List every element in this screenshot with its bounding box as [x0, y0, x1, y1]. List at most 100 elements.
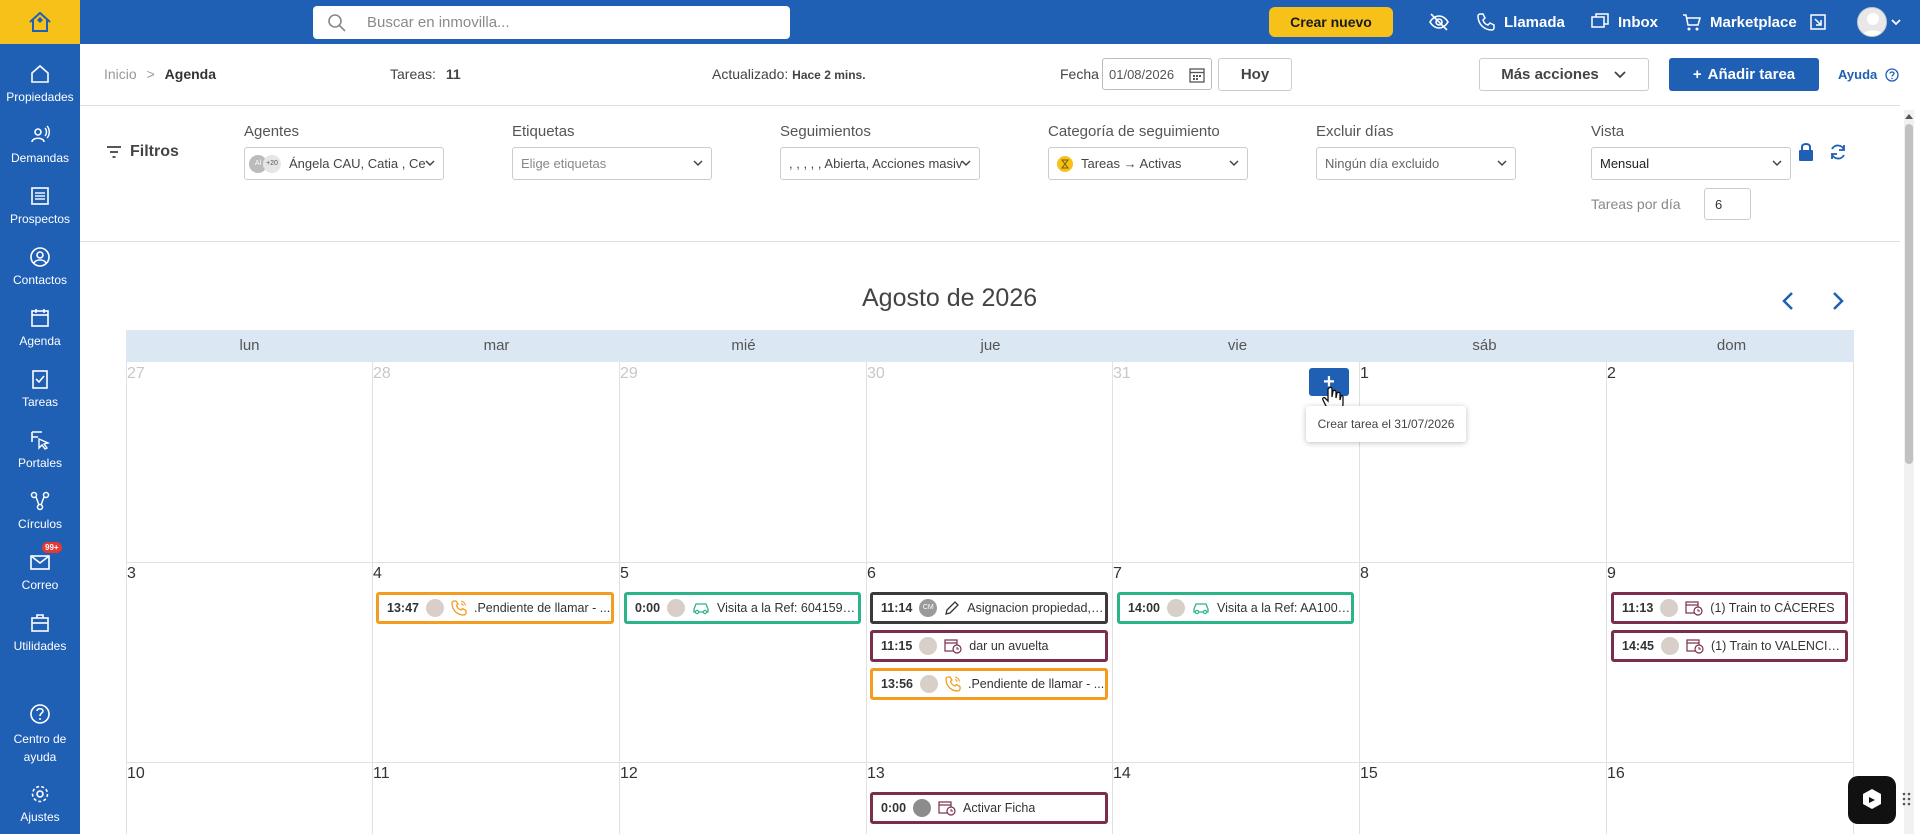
sidebar-item-portales[interactable]: Portales [0, 428, 80, 470]
task-item[interactable]: 11:15 dar un avuelta [870, 630, 1108, 662]
day-cell-number[interactable]: 12 [620, 765, 638, 783]
lock-icon[interactable] [1798, 142, 1814, 162]
chat-bubble-icon [1863, 789, 1881, 809]
agent-avatar [425, 599, 444, 617]
day-name-header: vie [1227, 337, 1248, 354]
task-time: 0:00 [881, 801, 907, 815]
chevron-down-icon [961, 160, 971, 167]
drag-handle-icon[interactable] [1902, 792, 1912, 806]
network-icon [28, 489, 52, 513]
followups-select[interactable]: , , , , , Abierta, Acciones masiv [780, 147, 980, 180]
mail-count-badge: 99+ [42, 542, 62, 553]
filters-title[interactable]: Filtros [106, 143, 179, 161]
sidebar-item-correo[interactable]: 99+ Correo [0, 542, 80, 592]
scroll-up-arrow-icon[interactable] [1904, 112, 1914, 120]
cart-icon [1683, 14, 1701, 31]
task-item[interactable]: 11:14 CM Asignacion propiedad, l... [870, 592, 1108, 624]
task-item[interactable]: 13:56 .Pendiente de llamar - ... [870, 668, 1108, 700]
task-count: Tareas: 11 [390, 66, 461, 82]
sidebar-item-circulos[interactable]: Círculos [0, 489, 80, 531]
sidebar-item-centro-de-ayuda[interactable]: Centro de ayuda [0, 702, 80, 766]
date-field[interactable]: 01/08/2026 [1102, 58, 1212, 90]
breadcrumb-home[interactable]: Inicio [104, 66, 137, 82]
next-month-arrow-icon[interactable] [1831, 290, 1845, 312]
task-item[interactable]: 0:00 Activar Ficha [870, 792, 1108, 824]
add-task-button[interactable]: + Añadir tarea [1669, 58, 1819, 91]
search-input[interactable] [367, 14, 767, 31]
task-item[interactable]: 14:45 (1) Train to VALENCIA ... [1611, 630, 1848, 662]
task-title: Asignacion propiedad, l... [967, 601, 1105, 615]
day-cell-number[interactable]: 27 [127, 365, 145, 383]
call-menu[interactable]: Llamada [1476, 0, 1565, 44]
agents-select[interactable]: Al +20 Ángela CAU, Catia , Ce [244, 147, 444, 180]
chat-widget-button[interactable] [1848, 776, 1896, 824]
create-new-button[interactable]: Crear nuevo [1269, 7, 1393, 37]
day-cell-number[interactable]: 15 [1360, 765, 1378, 783]
calendar-picker-icon[interactable] [1189, 67, 1205, 83]
list-document-icon [28, 184, 52, 208]
sidebar-item-contactos[interactable]: Contactos [0, 245, 80, 287]
day-cell-number[interactable]: 29 [620, 365, 638, 383]
marketplace-menu[interactable]: Marketplace [1682, 0, 1797, 44]
home-icon [28, 62, 52, 86]
task-item[interactable]: 0:00 Visita a la Ref: 6041592... [624, 592, 861, 624]
day-cell-number[interactable]: 8 [1360, 565, 1369, 583]
chevron-down-icon [693, 160, 703, 167]
day-cell-number[interactable]: 13 [867, 765, 885, 783]
more-actions-dropdown[interactable]: Más acciones [1479, 58, 1649, 91]
day-cell-number[interactable]: 11 [373, 765, 390, 783]
sidebar-item-propiedades[interactable]: Propiedades [0, 62, 80, 104]
day-cell-number[interactable]: 10 [127, 765, 145, 783]
sidebar-item-utilidades[interactable]: Utilidades [0, 611, 80, 653]
tasks-per-day-input[interactable]: 6 [1704, 188, 1751, 220]
app-logo[interactable] [0, 0, 80, 44]
help-link[interactable]: Ayuda [1838, 67, 1899, 82]
day-cell-number[interactable]: 6 [867, 565, 876, 583]
day-cell-number[interactable]: 16 [1607, 765, 1625, 783]
day-cell-number[interactable]: 7 [1113, 565, 1122, 583]
task-count-label: Tareas: [390, 66, 436, 82]
day-name-header: dom [1716, 337, 1747, 354]
inbox-menu[interactable]: Inbox [1590, 0, 1658, 44]
task-item[interactable]: 13:47 .Pendiente de llamar - ... [376, 592, 614, 624]
category-select[interactable]: Tareas → Activas [1048, 147, 1248, 180]
day-cell-number[interactable]: 30 [867, 365, 885, 383]
day-cell-number[interactable]: 9 [1607, 565, 1616, 583]
tags-select[interactable]: Elige etiquetas [512, 147, 712, 180]
day-cell-number[interactable]: 3 [127, 565, 136, 583]
today-button[interactable]: Hoy [1218, 58, 1292, 91]
page-scrollbar-thumb[interactable] [1905, 124, 1913, 464]
sidebar-item-ajustes[interactable]: Ajustes [0, 782, 80, 824]
global-search[interactable] [313, 6, 790, 39]
task-time: 13:47 [387, 601, 419, 615]
refresh-icon[interactable] [1829, 143, 1847, 161]
day-cell-number[interactable]: 2 [1607, 365, 1616, 383]
calendar-clock-icon [1686, 638, 1704, 654]
day-cell-number[interactable]: 1 [1360, 365, 1369, 383]
day-cell-number[interactable]: 4 [373, 565, 382, 583]
calendar-clock-icon [1685, 600, 1703, 616]
task-item[interactable]: 11:13 (1) Train to CÁCERES [1611, 592, 1848, 624]
tags-label: Etiquetas [512, 123, 575, 140]
sidebar-item-prospectos[interactable]: Prospectos [0, 184, 80, 226]
view-select[interactable]: Mensual [1591, 147, 1791, 180]
day-cell-number[interactable]: 5 [620, 565, 629, 583]
add-task-label: Añadir tarea [1707, 66, 1796, 83]
prev-month-arrow-icon[interactable] [1781, 290, 1795, 312]
visibility-toggle[interactable] [1428, 0, 1450, 44]
chat-windows-icon [1591, 13, 1609, 28]
history-button[interactable] [1808, 0, 1828, 44]
day-cell-number[interactable]: 28 [373, 365, 391, 383]
sidebar-item-agenda[interactable]: Agenda [0, 306, 80, 348]
sidebar-item-tareas[interactable]: Tareas [0, 367, 80, 409]
grid-line [866, 362, 867, 834]
day-name-header: lun [239, 337, 260, 354]
user-avatar[interactable] [1857, 7, 1887, 37]
task-item[interactable]: 14:00 Visita a la Ref: AA1000... [1117, 592, 1354, 624]
day-cell-number[interactable]: 31 [1113, 365, 1131, 383]
sidebar-item-demandas[interactable]: Demandas [0, 123, 80, 165]
user-menu-chevron[interactable] [1890, 0, 1902, 44]
day-cell-number[interactable]: 14 [1113, 765, 1131, 783]
agents-extra-count: +20 [263, 154, 281, 173]
exclude-days-select[interactable]: Ningún día excluido [1316, 147, 1516, 180]
